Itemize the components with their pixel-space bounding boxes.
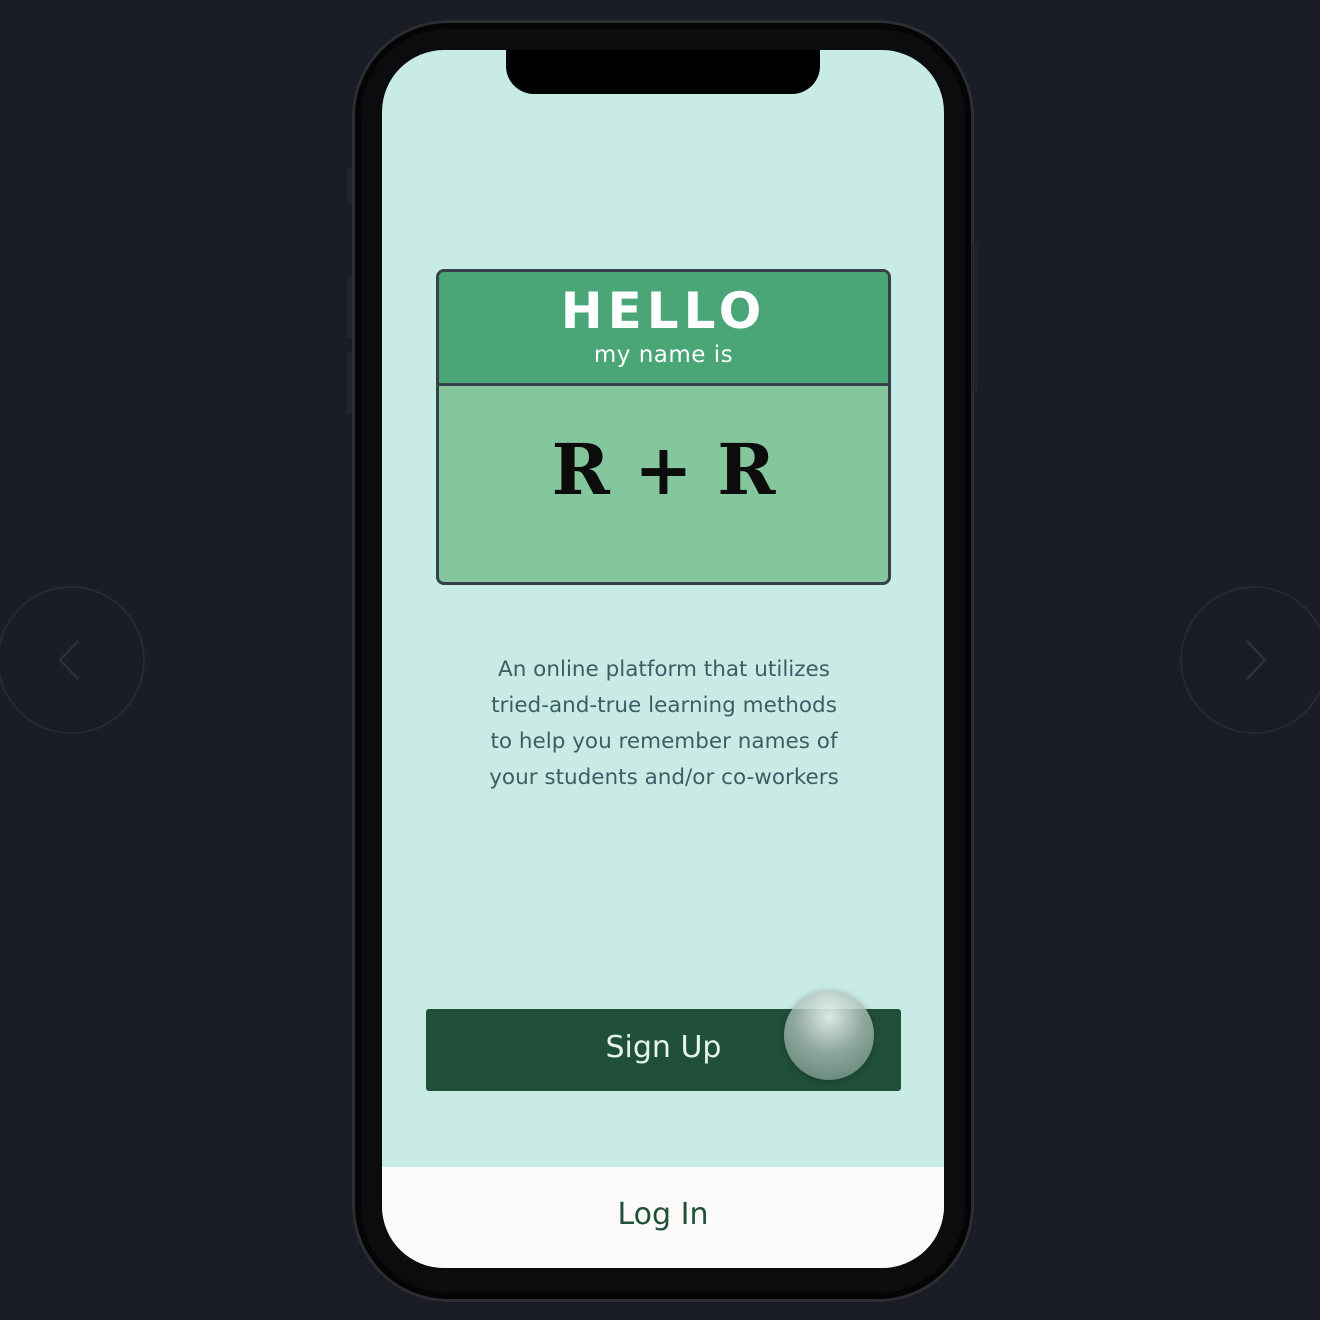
app-description: An online platform that utilizes tried-a…: [489, 657, 839, 790]
name-tag-subtitle: my name is: [593, 342, 734, 368]
chevron-right-icon: [1239, 638, 1269, 682]
phone-side-button: [347, 352, 352, 414]
phone-side-button: [972, 242, 977, 392]
touch-indicator: [784, 990, 874, 1080]
name-tag-hello: HELLO: [560, 282, 767, 340]
name-tag-header: HELLO my name is: [439, 272, 888, 386]
phone-notch: [506, 50, 820, 94]
carousel-previous-button[interactable]: [0, 586, 145, 734]
log-in-button[interactable]: Log In: [382, 1167, 944, 1268]
name-tag-name: R + R: [551, 428, 776, 511]
app-screen: HELLO my name is R + R An online platfor…: [382, 50, 944, 1268]
phone-side-button: [347, 168, 352, 204]
phone-side-button: [347, 276, 352, 338]
name-tag-logo: HELLO my name is R + R: [436, 269, 891, 585]
carousel-next-button[interactable]: [1180, 586, 1320, 734]
chevron-left-icon: [56, 638, 86, 682]
